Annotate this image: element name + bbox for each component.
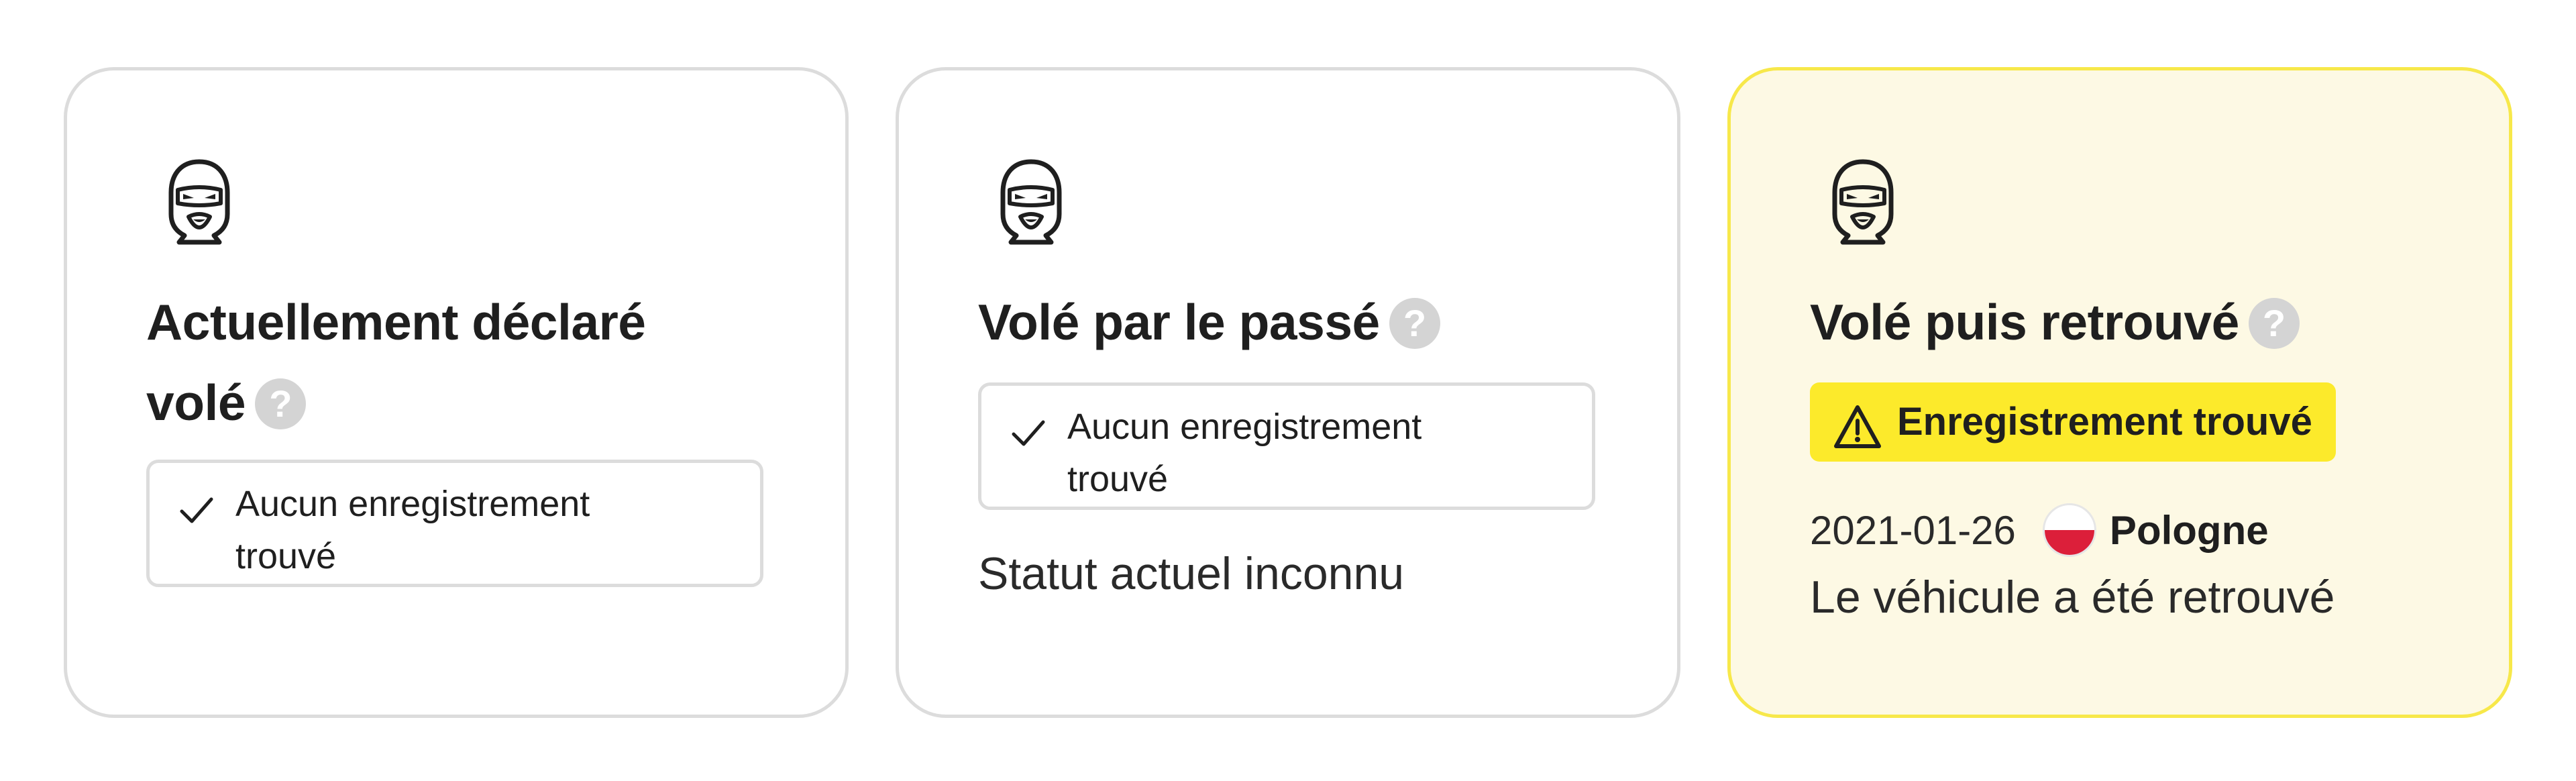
card-title-line1: Actuellement déclaré [146, 294, 646, 350]
help-icon[interactable]: ? [1389, 298, 1440, 350]
result-text-line2: trouvé [1067, 459, 1169, 499]
help-icon[interactable]: ? [2248, 298, 2300, 350]
card-title: Volé puis retrouvé? [1810, 282, 2481, 362]
card-currently-stolen: Actuellement déclaré volé? Aucun enregis… [64, 67, 849, 718]
balaclava-thief-icon [164, 158, 235, 245]
record-country: Pologne [2109, 507, 2269, 553]
record-row: 2021-01-26 Pologne [1810, 500, 2269, 560]
card-title-line2: volé [146, 374, 246, 431]
warning-triangle-icon [1833, 399, 1882, 448]
result-box: Aucun enregistrement trouvé [978, 382, 1595, 510]
record-date: 2021-01-26 [1810, 507, 2016, 553]
result-text-line1: Aucun enregistrement [235, 484, 590, 524]
card-title-text: Volé puis retrouvé [1810, 294, 2239, 350]
balaclava-thief-icon [996, 158, 1067, 245]
help-icon[interactable]: ? [255, 378, 307, 430]
badge-label: Enregistrement trouvé [1897, 400, 2312, 444]
result-text-line2: trouvé [235, 536, 337, 576]
card-stolen-in-past: Volé par le passé? Aucun enregistrement … [896, 67, 1680, 718]
poland-flag-icon [2042, 503, 2096, 557]
card-title: Actuellement déclaré volé? [146, 282, 817, 443]
status-text: Statut actuel inconnu [978, 548, 1405, 599]
result-text: Aucun enregistrement trouvé [235, 478, 745, 582]
result-text: Aucun enregistrement trouvé [1067, 401, 1577, 505]
record-found-badge: Enregistrement trouvé [1810, 382, 2336, 462]
balaclava-thief-icon [1828, 158, 1898, 245]
card-title: Volé par le passé? [978, 282, 1649, 362]
record-note: Le véhicule a été retrouvé [1810, 572, 2335, 623]
check-icon [1010, 414, 1047, 452]
card-title-text: Volé par le passé [978, 294, 1380, 350]
card-stolen-then-recovered: Volé puis retrouvé? Enregistrement trouv… [1727, 67, 2512, 718]
result-text-line1: Aucun enregistrement [1067, 407, 1422, 447]
result-box: Aucun enregistrement trouvé [146, 460, 763, 587]
check-icon [178, 491, 215, 529]
